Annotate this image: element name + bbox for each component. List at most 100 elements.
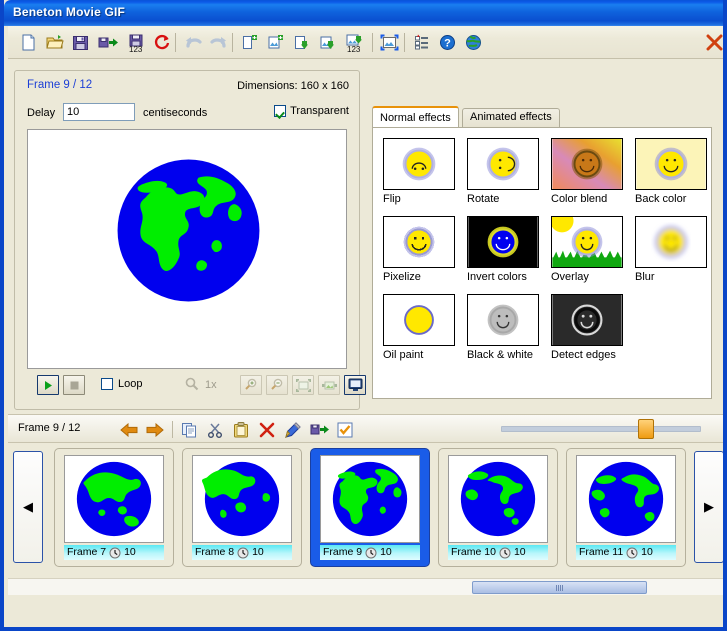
web-button[interactable] [461, 30, 486, 55]
effect-label: Pixelize [383, 271, 421, 283]
image-123-icon: 123 [346, 34, 362, 52]
stop-icon [70, 381, 78, 389]
help-button[interactable]: ? [435, 30, 460, 55]
smiley-backcolor-icon [635, 138, 707, 190]
new-file-button[interactable] [16, 30, 41, 55]
insert-image-button[interactable] [263, 30, 288, 55]
effect-blur[interactable]: Blur [635, 216, 707, 283]
effect-pixelize[interactable]: Pixelize [383, 216, 455, 283]
effect-label: Overlay [551, 271, 589, 283]
effect-detect-edges[interactable]: Detect edges [551, 294, 623, 361]
red-x-icon [706, 34, 722, 51]
copy-frame-button[interactable] [178, 419, 200, 440]
import-frame-button[interactable] [289, 30, 314, 55]
open-file-button[interactable] [42, 30, 67, 55]
delay-input[interactable] [63, 103, 135, 121]
clock-icon [626, 547, 638, 558]
frame-canvas[interactable] [27, 129, 347, 369]
save-button[interactable] [68, 30, 93, 55]
smiley-pixelize-icon [383, 216, 455, 268]
next-frame-button[interactable] [144, 419, 166, 440]
thumbnail-image [448, 455, 548, 543]
close-button[interactable] [703, 30, 723, 55]
thumbnail-delay: 10 [252, 546, 264, 558]
select-frame-button[interactable] [334, 419, 356, 440]
thumbnail-label: Frame 11 [579, 546, 624, 558]
filmstrip-next-button[interactable]: ▶ [694, 451, 723, 563]
smiley-blur-icon [635, 216, 707, 268]
filmstrip-scrollbar-thumb[interactable] [472, 581, 647, 594]
properties-button[interactable] [409, 30, 434, 55]
effect-color-blend[interactable]: Color blend [551, 138, 623, 205]
filmstrip-item-frame-9[interactable]: Frame 9 10 [310, 448, 430, 567]
paste-frame-button[interactable] [230, 419, 252, 440]
stop-button[interactable] [63, 375, 85, 395]
thumbnail-caption: Frame 10 10 [448, 545, 548, 560]
thumbnail-label: Frame 10 [451, 546, 496, 558]
clock-icon [237, 547, 249, 558]
image-down-icon [320, 36, 334, 49]
previous-frame-button[interactable] [118, 419, 140, 440]
frames-zoom-slider[interactable] [501, 426, 701, 432]
reload-button[interactable] [150, 30, 175, 55]
effects-panel: Normal effects Animated effects Flip Rot… [368, 70, 721, 408]
save-as-button[interactable] [94, 30, 124, 55]
redo-button [206, 30, 231, 55]
monitor-icon [348, 378, 362, 391]
filmstrip-scrollbar[interactable] [8, 578, 723, 595]
thumbnail-delay: 10 [380, 546, 392, 558]
effect-black-white[interactable]: Black & white [467, 294, 539, 361]
frames-toolbar: Frame 9 / 12 [8, 414, 723, 443]
transparent-checkbox[interactable]: Transparent [274, 105, 349, 117]
edit-frame-button[interactable] [282, 419, 304, 440]
svg-text:?: ? [444, 37, 451, 49]
page-plus-icon [243, 35, 257, 49]
effect-flip[interactable]: Flip [383, 138, 455, 205]
tab-animated-effects[interactable]: Animated effects [462, 108, 560, 127]
smiley-overlay-icon [551, 216, 623, 268]
svg-text:123: 123 [347, 45, 361, 52]
svg-text:123: 123 [129, 45, 143, 52]
effect-back-color[interactable]: Back color [635, 138, 707, 205]
play-icon [44, 380, 52, 390]
new-frame-button[interactable] [237, 30, 262, 55]
loop-checkbox[interactable]: Loop [101, 378, 142, 390]
clock-icon [109, 547, 121, 558]
filmstrip-item-frame-11[interactable]: Frame 11 10 [566, 448, 686, 567]
effect-rotate[interactable]: Rotate [467, 138, 539, 205]
filmstrip-prev-button[interactable]: ◀ [13, 451, 43, 563]
globe-preview-image [106, 148, 271, 316]
arrow-left-icon [120, 422, 138, 437]
resize-button[interactable] [377, 30, 402, 55]
fit-window-button [292, 375, 314, 395]
filmstrip-item-frame-10[interactable]: Frame 10 10 [438, 448, 558, 567]
import-frames-button[interactable]: 123 [341, 30, 369, 55]
redo-arrow-icon [209, 36, 226, 48]
filmstrip-item-frame-7[interactable]: Frame 7 10 [54, 448, 174, 567]
export-frame-button[interactable] [308, 419, 334, 440]
delete-frame-button[interactable] [256, 419, 278, 440]
arrow-right-icon: ▶ [704, 499, 714, 514]
delay-units-label: centiseconds [143, 107, 208, 119]
save-frames-button[interactable]: 123 [124, 30, 150, 55]
globe-asia-icon [76, 461, 152, 537]
transparent-checkbox-box[interactable] [274, 105, 287, 117]
effect-overlay[interactable]: Overlay [551, 216, 623, 283]
floppy-arrow-icon [98, 37, 118, 48]
effect-label: Back color [635, 193, 687, 205]
page-icon [22, 34, 35, 51]
effect-invert-colors[interactable]: Invert colors [467, 216, 539, 283]
pencil-icon [285, 421, 301, 438]
tab-normal-effects[interactable]: Normal effects [372, 106, 459, 127]
frames-zoom-slider-thumb[interactable] [638, 419, 654, 439]
fullscreen-preview-button[interactable] [344, 375, 366, 395]
play-button[interactable] [37, 375, 59, 395]
red-x-icon [259, 422, 275, 437]
resize-icon [380, 34, 399, 51]
filmstrip-item-frame-8[interactable]: Frame 8 10 [182, 448, 302, 567]
loop-checkbox-box[interactable] [101, 378, 113, 390]
smiley-edges-icon [551, 294, 623, 346]
import-image-button[interactable] [315, 30, 340, 55]
cut-frame-button[interactable] [204, 419, 226, 440]
effect-oil-paint[interactable]: Oil paint [383, 294, 455, 361]
